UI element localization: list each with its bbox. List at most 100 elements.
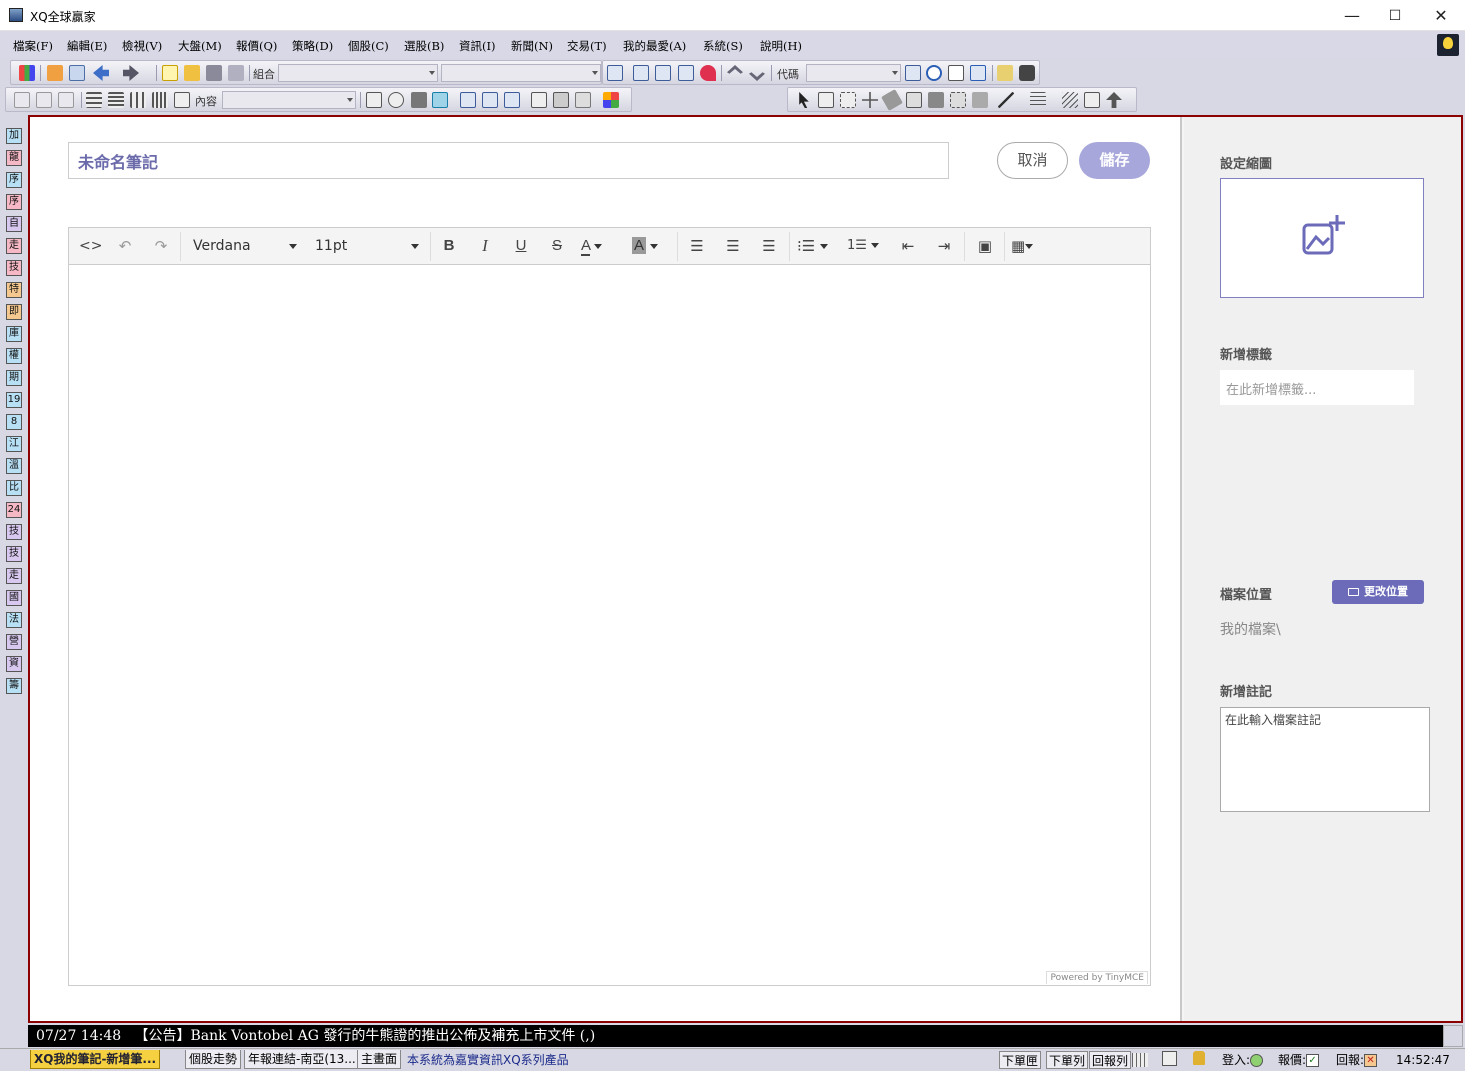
color-grid-icon[interactable] xyxy=(603,92,619,108)
shortcut-6[interactable]: 走 xyxy=(6,238,22,254)
chart-icon[interactable] xyxy=(948,65,964,81)
eraser-icon[interactable] xyxy=(881,89,903,111)
align-right-icon[interactable]: ☰ xyxy=(759,236,779,256)
shortcut-10[interactable]: 庫 xyxy=(6,326,22,342)
lock-icon[interactable] xyxy=(411,92,427,108)
save-disk-icon[interactable] xyxy=(206,65,222,81)
shortcut-11[interactable]: 權 xyxy=(6,348,22,364)
shortcut-13[interactable]: 19 xyxy=(6,392,22,408)
bold-icon[interactable]: B xyxy=(439,236,459,256)
search-icon[interactable] xyxy=(926,65,942,81)
k-line-icon[interactable] xyxy=(970,65,986,81)
shortcut-8[interactable]: 特 xyxy=(6,282,22,298)
open-folder-icon[interactable] xyxy=(184,65,200,81)
save-button[interactable]: 儲存 xyxy=(1079,142,1150,179)
shortcut-15[interactable]: 江 xyxy=(6,436,22,452)
insert-image-icon[interactable]: ▣ xyxy=(975,236,995,256)
shortcut-16[interactable]: 溫 xyxy=(6,458,22,474)
underline-icon[interactable]: U xyxy=(511,236,531,256)
menu-system[interactable]: 系統(S) xyxy=(703,38,743,54)
content-select[interactable] xyxy=(222,91,356,109)
shortcut-2[interactable]: 龍 xyxy=(6,150,22,166)
lock-icon[interactable] xyxy=(1193,1051,1205,1065)
lightbulb-icon[interactable] xyxy=(1437,34,1459,56)
region-icon[interactable] xyxy=(950,92,966,108)
shortcut-19[interactable]: 技 xyxy=(6,524,22,540)
tab-my-notes[interactable]: XQ我的筆記-新增筆... xyxy=(30,1050,161,1069)
menu-quote[interactable]: 報價(Q) xyxy=(236,38,277,54)
home-icon[interactable] xyxy=(47,65,63,81)
page-down-icon[interactable] xyxy=(749,72,765,81)
news-ticker[interactable]: 07/27 14:48 【公告】Bank Vontobel AG 發行的牛熊證的… xyxy=(28,1025,1443,1047)
select-box-icon[interactable] xyxy=(840,92,856,108)
menu-stock[interactable]: 個股(C) xyxy=(348,38,389,54)
indent-icon[interactable]: ⇥ xyxy=(934,236,954,256)
page-up-icon[interactable] xyxy=(727,65,743,74)
move-icon[interactable] xyxy=(862,92,878,108)
forward-arrow-icon[interactable] xyxy=(123,65,139,81)
grid-icon[interactable] xyxy=(19,65,35,81)
menu-view[interactable]: 檢視(V) xyxy=(122,38,162,54)
secondary-select[interactable] xyxy=(441,64,601,82)
font-size-select[interactable]: 11pt xyxy=(315,236,419,256)
copy-icon[interactable] xyxy=(14,92,30,108)
shortcut-5[interactable]: 自 xyxy=(6,216,22,232)
favorite-heart-icon[interactable] xyxy=(700,65,716,81)
shortcut-24[interactable]: 營 xyxy=(6,634,22,650)
tab-stock-trend[interactable]: 個股走勢 xyxy=(185,1050,242,1069)
shortcut-22[interactable]: 國 xyxy=(6,590,22,606)
shortcut-25[interactable]: 資 xyxy=(6,656,22,672)
up-arrow-icon[interactable] xyxy=(1106,92,1122,108)
rows-icon[interactable] xyxy=(86,92,102,108)
dollar-icon[interactable] xyxy=(818,92,834,108)
expand-icon[interactable] xyxy=(633,65,649,81)
menu-info[interactable]: 資訊(I) xyxy=(459,38,496,54)
line-tool-icon[interactable] xyxy=(998,92,1014,108)
enter-icon[interactable] xyxy=(607,65,623,81)
maximize-button[interactable]: ☐ xyxy=(1372,0,1418,31)
code-select[interactable] xyxy=(806,64,901,82)
close-panel-icon[interactable] xyxy=(174,92,190,108)
thumbnail-upload-box[interactable] xyxy=(1220,178,1424,298)
menu-help[interactable]: 說明(H) xyxy=(760,38,802,54)
circle-frame-icon[interactable] xyxy=(388,92,404,108)
pattern-icon[interactable] xyxy=(972,92,988,108)
cancel-button[interactable]: 取消 xyxy=(997,142,1068,179)
table-icon[interactable] xyxy=(432,92,448,108)
bullet-list-icon[interactable]: ⁝☰ xyxy=(797,236,837,256)
align-left-icon[interactable]: ☰ xyxy=(687,236,707,256)
shortcut-26[interactable]: 籌 xyxy=(6,678,22,694)
report-bar-button[interactable]: 回報列 xyxy=(1089,1051,1132,1069)
shortcut-14[interactable]: 8 xyxy=(6,414,22,430)
numbered-list-icon[interactable]: 1☰ xyxy=(847,236,887,256)
outdent-icon[interactable]: ⇤ xyxy=(898,236,918,256)
combo-select[interactable] xyxy=(278,64,438,82)
split-icon[interactable] xyxy=(531,92,547,108)
font-family-select[interactable]: Verdana xyxy=(193,236,297,256)
top-icon[interactable] xyxy=(1084,92,1100,108)
menu-strategy[interactable]: 策略(D) xyxy=(292,38,333,54)
menu-trade[interactable]: 交易(T) xyxy=(567,38,607,54)
order-box-button[interactable]: 下單匣 xyxy=(999,1051,1042,1069)
paste-icon[interactable] xyxy=(36,92,52,108)
fit-icon[interactable] xyxy=(504,92,520,108)
menu-market[interactable]: 大盤(M) xyxy=(178,38,222,54)
shortcut-20[interactable]: 技 xyxy=(6,546,22,562)
italic-icon[interactable]: I xyxy=(475,236,495,256)
calendar-icon[interactable] xyxy=(1132,1053,1148,1067)
tab-main-screen[interactable]: 主畫面 xyxy=(357,1050,402,1069)
list-icon[interactable] xyxy=(108,92,124,108)
ticker-scroll-control[interactable] xyxy=(1443,1025,1463,1047)
close-button[interactable]: ✕ xyxy=(1418,0,1464,31)
shortcut-23[interactable]: 法 xyxy=(6,612,22,628)
shortcut-9[interactable]: 即 xyxy=(6,304,22,320)
menu-favorites[interactable]: 我的最愛(A) xyxy=(623,38,686,54)
shortcut-17[interactable]: 比 xyxy=(6,480,22,496)
popout-icon[interactable] xyxy=(1162,1051,1177,1066)
shortcut-18[interactable]: 24 xyxy=(6,502,22,518)
shortcut-1[interactable]: 加 xyxy=(6,128,22,144)
source-code-icon[interactable]: <> xyxy=(79,236,102,256)
redo-icon[interactable]: ↷ xyxy=(151,236,171,256)
shortcut-12[interactable]: 期 xyxy=(6,370,22,386)
refresh-icon[interactable] xyxy=(678,65,694,81)
